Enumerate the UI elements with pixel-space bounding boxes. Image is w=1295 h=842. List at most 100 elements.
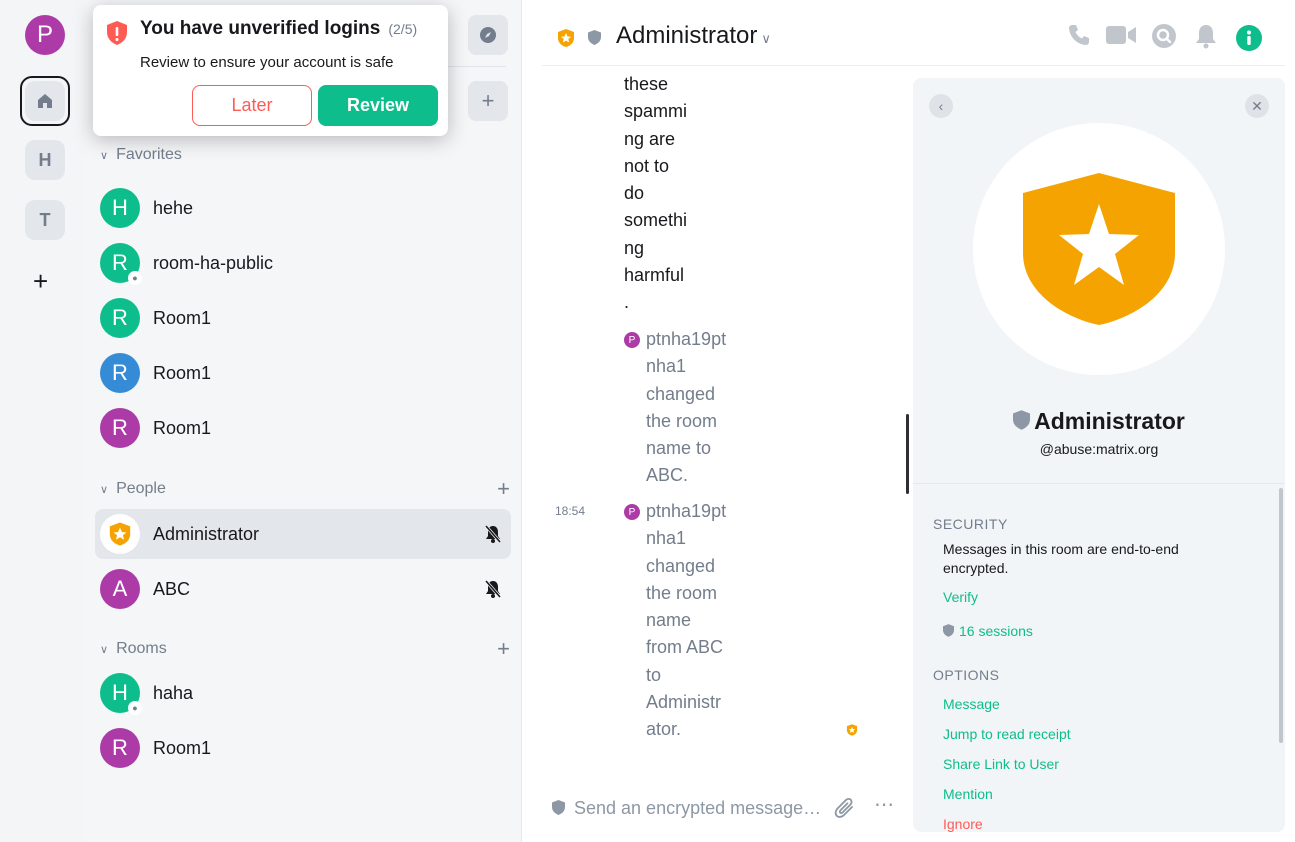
text-line: spammi — [624, 101, 688, 122]
more-options-icon[interactable]: ⋯ — [874, 792, 895, 817]
text-line: ptnha19pt — [646, 329, 727, 349]
explore-rooms-button[interactable] — [468, 15, 508, 55]
chevron-down-icon: ∨ — [100, 643, 109, 656]
verify-button[interactable]: Verify — [943, 589, 978, 605]
text-line: ABC. — [646, 465, 689, 486]
text-line: changed — [646, 383, 716, 404]
room-list-item[interactable]: R Room1 — [95, 293, 511, 343]
warning-shield-icon — [107, 21, 127, 45]
shield-star-icon — [109, 522, 131, 546]
close-icon[interactable]: ✕ — [1245, 94, 1269, 118]
back-icon[interactable]: ‹ — [929, 94, 953, 118]
favorites-section-header[interactable]: ∨ Favorites — [100, 146, 510, 164]
globe-icon: ● — [128, 701, 142, 715]
toast-title: You have unverified logins (2/5) — [140, 18, 417, 40]
timeline-scrollbar[interactable] — [906, 414, 909, 494]
mention-button[interactable]: Mention — [943, 786, 993, 802]
space-item-h[interactable]: H — [25, 140, 65, 180]
jump-to-read-receipt-button[interactable]: Jump to read receipt — [943, 726, 1071, 742]
share-link-button[interactable]: Share Link to User — [943, 756, 1059, 772]
ignore-button[interactable]: Ignore — [943, 816, 983, 832]
avatar-initial: A — [112, 576, 128, 601]
room-list-item[interactable]: R Room1 — [95, 348, 511, 398]
home-icon — [25, 81, 65, 121]
message-user-button[interactable]: Message — [943, 696, 1000, 712]
room-avatar: A — [100, 569, 140, 609]
user-avatar-large[interactable] — [973, 123, 1225, 375]
later-button[interactable]: Later — [192, 85, 312, 126]
e2e-shield-icon — [552, 800, 565, 815]
event-avatar[interactable]: P — [624, 504, 640, 520]
avatar-initial: R — [112, 250, 128, 275]
attachment-icon[interactable] — [834, 796, 856, 820]
message-composer[interactable]: Send an encrypted message… ⋯ — [522, 786, 912, 830]
e2e-shield-icon — [1013, 410, 1031, 430]
room-name: room-ha-public — [153, 252, 274, 273]
add-space-icon[interactable]: + — [33, 268, 48, 294]
user-mxid: @abuse:matrix.org — [1039, 441, 1159, 457]
globe-icon: ● — [128, 271, 142, 285]
text-line: nha1 — [646, 528, 687, 549]
room-avatar: R — [100, 728, 140, 768]
room-list-item[interactable]: R Room1 — [95, 403, 511, 453]
room-name: ABC — [153, 578, 191, 599]
room-list-item[interactable]: A ABC — [95, 564, 511, 614]
space-item-t[interactable]: T — [25, 200, 65, 240]
add-room-button[interactable]: + — [468, 81, 508, 121]
room-avatar: R ● — [100, 243, 142, 285]
room-list-item[interactable]: R Room1 — [95, 723, 511, 773]
text-line: name to — [646, 438, 712, 459]
text-line: the room — [646, 410, 718, 431]
message-body: these spammi ng are not to do somethi ng harmfu… — [624, 71, 704, 317]
sessions-label: 16 sessions — [959, 623, 1033, 639]
bell-muted-icon[interactable] — [483, 524, 503, 544]
toast-title-text: You have unverified logins — [140, 18, 381, 39]
text-line: to — [646, 664, 662, 685]
user-avatar[interactable]: P — [25, 15, 65, 55]
room-name: Room1 — [153, 307, 212, 328]
room-list-item[interactable]: Hhehe — [95, 183, 511, 233]
search-icon[interactable] — [1151, 23, 1177, 49]
text-line: from ABC — [646, 637, 724, 658]
voice-call-icon[interactable] — [1067, 23, 1091, 47]
shield-icon — [943, 624, 954, 637]
panel-scrollbar[interactable] — [1279, 488, 1283, 743]
text-line: ator. — [646, 719, 682, 740]
sessions-toggle[interactable]: 16 sessions — [943, 623, 1033, 639]
notifications-bell-icon[interactable] — [1195, 23, 1217, 49]
room-title-text: Administrator — [616, 22, 758, 49]
user-display-name: Administrator — [913, 408, 1285, 435]
room-avatar: R — [100, 298, 140, 338]
avatar-initial: R — [112, 415, 128, 440]
user-display-name-text: Administrator — [1034, 408, 1185, 434]
room-title[interactable]: Administrator ∨ — [616, 22, 771, 50]
room-list-item[interactable]: H ● haha — [95, 668, 511, 718]
text-line: do — [624, 183, 645, 204]
event-avatar[interactable]: P — [624, 332, 640, 348]
composer-input[interactable]: Send an encrypted message… — [574, 798, 821, 819]
security-section-label: SECURITY — [933, 516, 1008, 532]
text-line: name — [646, 610, 692, 631]
e2e-shield-icon — [588, 30, 601, 45]
room-name: Room1 — [153, 737, 212, 758]
review-button[interactable]: Review — [318, 85, 438, 126]
room-header: Administrator ∨ — [522, 0, 1295, 66]
rooms-section-header[interactable]: ∨ Rooms + — [100, 636, 510, 662]
bell-muted-icon[interactable] — [483, 579, 503, 599]
room-avatar-shield-icon[interactable] — [555, 27, 577, 49]
room-name: Administrator — [153, 523, 260, 544]
compass-icon — [480, 27, 496, 43]
text-line: the room — [646, 582, 718, 603]
encryption-status-text: Messages in this room are end-to-end enc… — [943, 541, 1179, 576]
room-list-item[interactable]: Administrator — [95, 509, 511, 559]
home-space-button[interactable] — [20, 76, 70, 126]
chevron-down-icon: ∨ — [761, 31, 771, 46]
room-info-icon[interactable] — [1236, 25, 1262, 51]
chevron-down-icon: ∨ — [100, 483, 109, 496]
room-list-item[interactable]: R ● room-ha-public — [95, 238, 511, 288]
add-room-icon[interactable]: + — [497, 636, 510, 662]
video-call-icon[interactable] — [1105, 23, 1137, 47]
add-people-icon[interactable]: + — [497, 476, 510, 502]
people-section-header[interactable]: ∨ People + — [100, 476, 510, 502]
read-receipt-avatar[interactable] — [845, 723, 859, 737]
